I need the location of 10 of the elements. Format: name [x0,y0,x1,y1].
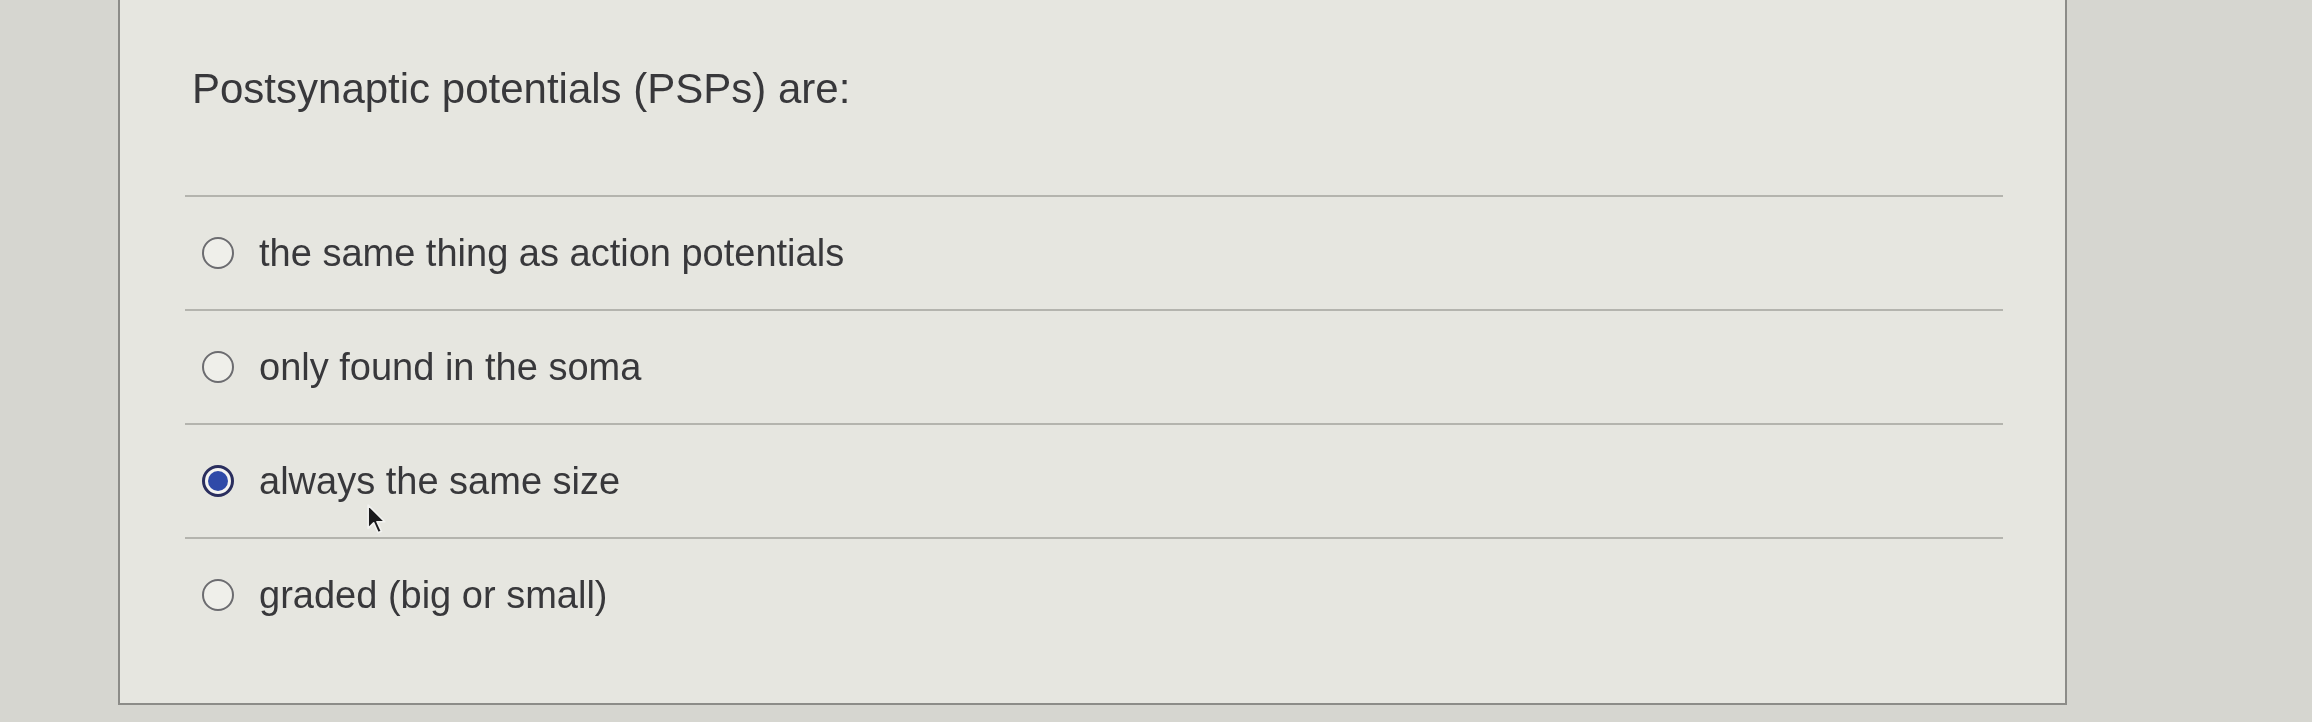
radio-button[interactable] [202,237,234,269]
option-label[interactable]: only found in the soma [259,345,642,389]
option-label[interactable]: graded (big or small) [259,573,608,617]
radio-button[interactable] [202,579,234,611]
radio-button[interactable] [202,465,234,497]
option-label[interactable]: the same thing as action potentials [259,231,845,275]
radio-button[interactable] [202,351,234,383]
mouse-pointer-icon [367,504,387,535]
option-label[interactable]: always the same size [259,459,621,503]
question-text: Postsynaptic potentials (PSPs) are: [192,64,851,114]
